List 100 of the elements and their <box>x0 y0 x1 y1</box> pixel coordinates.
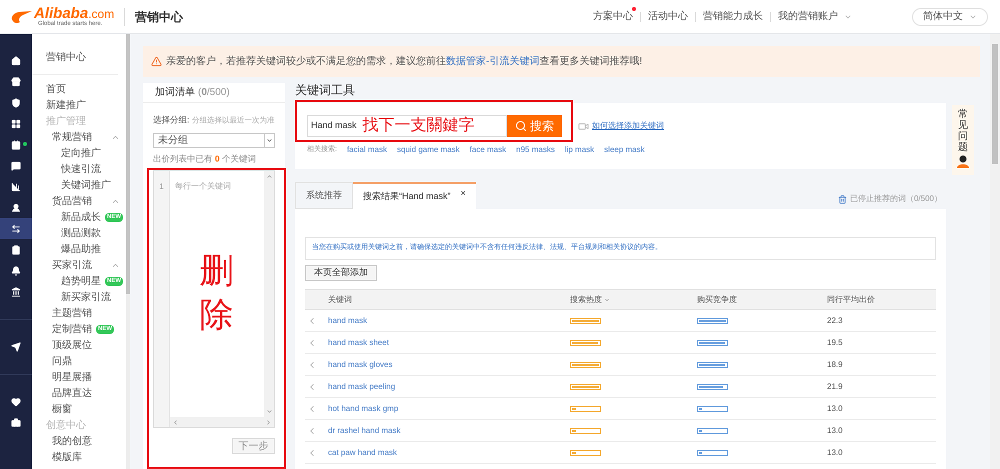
panel-title: 加词清单 <box>155 86 195 100</box>
sidebar-item[interactable]: 主题营销 <box>52 306 92 320</box>
sort-icon[interactable] <box>604 296 610 302</box>
sidebar-item[interactable]: 顶级展位 <box>52 338 92 352</box>
keyword-link[interactable]: dr rashel hand mask <box>328 424 400 436</box>
video-icon <box>578 120 589 132</box>
nav-link[interactable]: 活动中心 <box>648 9 688 24</box>
scroll-up-icon[interactable] <box>266 173 272 180</box>
sidebar-item[interactable]: 爆品助推 <box>61 242 101 256</box>
keyword-link[interactable]: cat paw hand mask <box>328 446 397 458</box>
scroll-right-icon[interactable] <box>265 418 272 426</box>
help-widget-text: 常见问题 <box>958 109 968 153</box>
arrows-icon <box>11 224 21 234</box>
price-cell: 13.0 <box>827 446 843 458</box>
section-title: 关键词工具 <box>295 83 356 97</box>
group-label: 选择分组: <box>153 114 190 127</box>
sidebar-item[interactable]: 新买家引流 <box>61 290 111 304</box>
warning-icon <box>151 56 162 67</box>
price-cell: 13.0 <box>827 402 843 414</box>
related-link[interactable]: n95 masks <box>516 144 555 156</box>
sidebar-item[interactable]: 新建推广 <box>46 98 86 112</box>
close-icon[interactable]: × <box>460 186 466 200</box>
help-widget[interactable]: 常见问题 <box>952 105 974 175</box>
sidebar-item[interactable]: 明星展播 <box>52 370 92 384</box>
logo-domain: .com <box>88 8 114 20</box>
nav-link[interactable]: 我的营销账户 <box>778 9 838 24</box>
add-all-button[interactable]: 本页全部添加 <box>305 265 377 281</box>
search-icon <box>515 120 527 132</box>
sidebar-group[interactable]: 常规营销 <box>52 130 92 144</box>
keyword-link[interactable]: hand mask gloves <box>328 358 392 370</box>
sidebar-item[interactable]: 关键词推广 <box>61 178 111 192</box>
price-cell: 21.9 <box>827 380 843 392</box>
logo-brand: Alibaba <box>34 6 88 21</box>
language-select[interactable]: 简体中文 <box>912 8 988 26</box>
keyword-link[interactable]: hand mask sheet <box>328 336 389 348</box>
sidebar-item[interactable]: 定向推广 <box>61 146 101 160</box>
nav-link[interactable]: 方案中心 <box>593 9 633 24</box>
sidebar-item[interactable]: 首页 <box>46 82 66 96</box>
related-link[interactable]: lip mask <box>564 144 594 156</box>
related-link[interactable]: squid game mask <box>396 144 460 156</box>
sidebar-item[interactable]: 品牌直达 <box>52 386 92 400</box>
tab[interactable]: 搜索结果“Hand mask” × <box>353 182 476 209</box>
related-link[interactable]: sleep mask <box>604 144 645 156</box>
placeholder: 每行一个关键词 <box>175 180 231 192</box>
sidebar-title: 营销中心 <box>46 52 86 63</box>
sidebar-item[interactable]: 问鼎 <box>52 354 72 368</box>
related-link[interactable]: facial mask <box>346 144 387 156</box>
group-select[interactable]: 未分组 <box>153 133 275 148</box>
sidebar-group[interactable]: 货品营销 <box>52 194 92 208</box>
line-number: 1 <box>159 182 164 191</box>
related-link[interactable]: face mask <box>470 144 506 156</box>
annotation-text: 删除 <box>200 252 234 336</box>
home-icon <box>11 56 21 66</box>
search-field[interactable]: Hand mask 找下一支關鍵字 <box>307 115 507 137</box>
shield-icon <box>11 98 21 108</box>
sidebar-item[interactable]: 定制营销 <box>52 322 92 336</box>
sidebar-item[interactable]: 趋势明星 <box>61 274 101 288</box>
rail-item[interactable] <box>0 218 32 239</box>
notice-text: 亲爱的客户，若推荐关键词较少或不满足您的需求，建议您前往数据管家-引流关键词查看更多关键词推荐哦! <box>166 54 642 69</box>
nav-link[interactable]: 营销能力成长 <box>703 9 763 24</box>
sidebar-group[interactable]: 买家引流 <box>52 258 92 272</box>
clipboard-icon <box>11 244 21 254</box>
keyword-link[interactable]: hand mask <box>328 314 368 326</box>
keyword-link[interactable]: hot hand mask gmp <box>328 402 398 414</box>
sidebar-item[interactable]: 模版库 <box>52 450 82 464</box>
price-cell: 18.9 <box>827 358 843 370</box>
word-count: (0/500) <box>198 86 230 100</box>
column-header: 购买竞争度 <box>697 294 737 306</box>
store-icon <box>11 76 21 86</box>
column-header: 搜索热度 <box>570 294 602 306</box>
user-icon <box>11 202 21 212</box>
heart-icon <box>11 396 21 406</box>
grid-icon <box>11 118 21 128</box>
scroll-down-icon[interactable] <box>266 408 272 415</box>
avatar-icon <box>956 154 970 168</box>
trash-icon <box>838 194 847 204</box>
scrollbar[interactable] <box>126 34 130 469</box>
tab[interactable]: 系统推荐 <box>295 182 353 209</box>
page-scrollbar[interactable] <box>990 34 1000 469</box>
annotation-text: 找下一支關鍵字 <box>362 116 475 136</box>
help-link[interactable]: 如何选择添加关键词 <box>592 120 664 132</box>
sidebar-item[interactable]: 橱窗 <box>52 402 72 416</box>
price-cell: 19.5 <box>827 336 843 348</box>
column-header: 关键词 <box>328 294 352 306</box>
scrollbar[interactable] <box>264 171 274 417</box>
sidebar-item[interactable]: 新品成长 <box>61 210 101 224</box>
price-cell: 13.0 <box>827 424 843 436</box>
bank-icon <box>11 286 21 296</box>
sidebar-item[interactable]: 测品测款 <box>61 226 101 240</box>
app-title: 营销中心 <box>135 8 184 26</box>
sidebar-item[interactable]: 我的创意 <box>52 434 92 448</box>
chat-icon <box>11 160 21 170</box>
keyword-link[interactable]: hand mask peeling <box>328 380 396 392</box>
scroll-left-icon[interactable] <box>172 418 179 426</box>
notice-link[interactable]: 数据管家-引流关键词 <box>446 56 540 67</box>
send-icon <box>11 342 21 352</box>
sidebar-item[interactable]: 快速引流 <box>61 162 101 176</box>
bid-status: 出价列表中已有 0 个关键词 <box>153 154 257 166</box>
price-cell: 22.3 <box>827 314 843 326</box>
horizontal-scrollbar[interactable] <box>170 417 274 427</box>
